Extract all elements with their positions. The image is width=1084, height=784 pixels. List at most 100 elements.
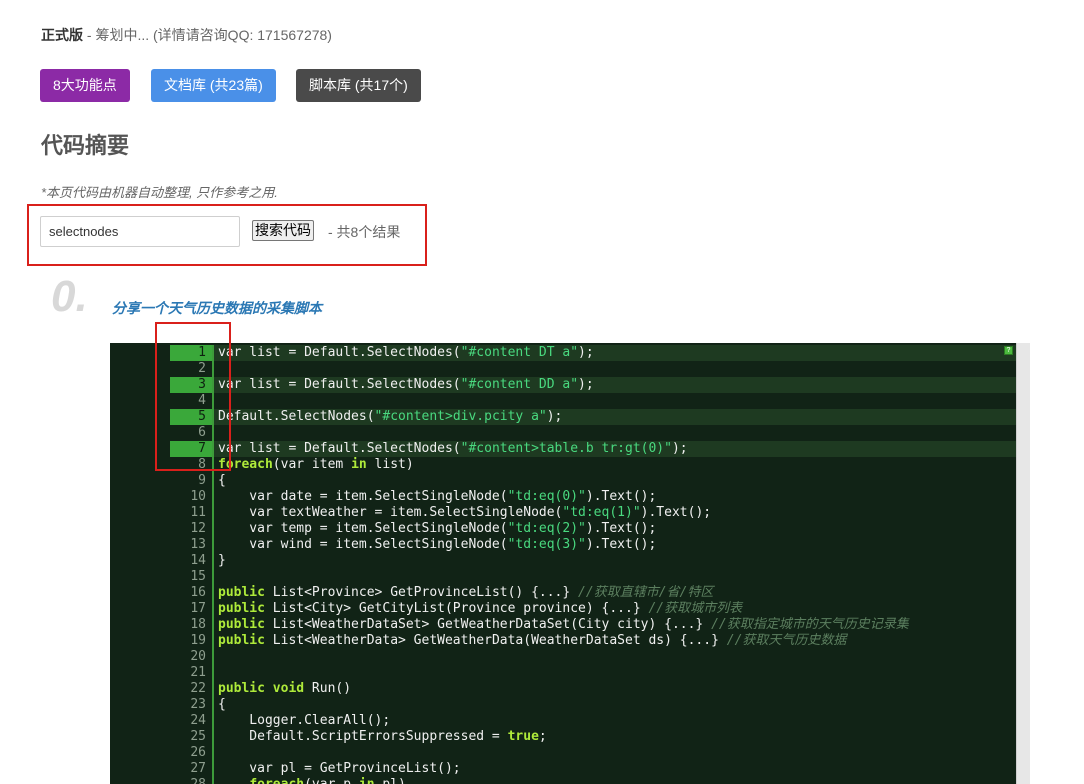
code-line: 3 var list = Default.SelectNodes("#conten… bbox=[110, 377, 1016, 393]
code-token: var date = item.SelectSingleNode( bbox=[218, 489, 508, 504]
code-token: } bbox=[218, 553, 226, 568]
code-line: 16 public List<Province> GetProvinceList(… bbox=[110, 585, 1016, 601]
line-number: 23 bbox=[110, 697, 214, 713]
code-line: 22 public void Run() bbox=[110, 681, 1016, 697]
result-index: 0. bbox=[51, 272, 88, 321]
code-line: 19 public List<WeatherData> GetWeatherDat… bbox=[110, 633, 1016, 649]
code-line: 11 var textWeather = item.SelectSingleNo… bbox=[110, 505, 1016, 521]
line-number: 17 bbox=[110, 601, 214, 617]
code-text: foreach(var item in list) bbox=[214, 457, 414, 473]
code-line: 14} bbox=[110, 553, 1016, 569]
code-token: ); bbox=[671, 441, 688, 456]
code-token: list) bbox=[366, 457, 414, 472]
section-title: 代码摘要 bbox=[41, 133, 130, 158]
code-line: 26 bbox=[110, 745, 1016, 761]
code-token: "td:eq(3)" bbox=[507, 537, 586, 552]
code-toolbar-icon[interactable]: ? bbox=[1004, 346, 1013, 355]
code-token: ); bbox=[578, 345, 594, 360]
code-line: 10 var date = item.SelectSingleNode("td:… bbox=[110, 489, 1016, 505]
code-token: { bbox=[218, 697, 226, 712]
code-line: 8 foreach(var item in list) bbox=[110, 457, 1016, 473]
code-line: 23 { bbox=[110, 697, 1016, 713]
code-token: List<WeatherDataSet> GetWeatherDataSet(C… bbox=[264, 617, 712, 632]
code-token: //获取城市列表 bbox=[648, 601, 743, 616]
code-token: "td:eq(0)" bbox=[507, 489, 586, 504]
line-number: 14 bbox=[110, 553, 214, 569]
code-token: var temp = item.SelectSingleNode( bbox=[218, 521, 508, 536]
code-scrollbar[interactable] bbox=[1016, 343, 1030, 784]
docs-button[interactable]: 文档库 (共23篇) bbox=[151, 69, 276, 102]
search-button[interactable]: 搜索代码 bbox=[252, 220, 314, 241]
code-token: Default.ScriptErrorsSuppressed = bbox=[218, 729, 508, 744]
code-token: public bbox=[218, 617, 265, 632]
code-line: 25 Default.ScriptErrorsSuppressed = true… bbox=[110, 729, 1016, 745]
code-token: public bbox=[218, 601, 265, 616]
code-token: var list = Default.SelectNodes( bbox=[218, 345, 461, 360]
line-number: 18 bbox=[110, 617, 214, 633]
code-token: //获取指定城市的天气历史记录集 bbox=[711, 617, 909, 632]
code-block: 1 var list = Default.SelectNodes("#conten… bbox=[110, 343, 1030, 784]
code-text: var pl = GetProvinceList(); bbox=[214, 761, 460, 777]
code-text: public List<WeatherData> GetWeatherData(… bbox=[214, 633, 846, 649]
result-title-link[interactable]: 分享一个天气历史数据的采集脚本 bbox=[112, 298, 322, 318]
code-token: ).Text(); bbox=[640, 505, 712, 520]
line-number: 28 bbox=[110, 777, 214, 784]
code-line: 5 Default.SelectNodes("#content>div.pcity… bbox=[110, 409, 1016, 425]
code-token: (var p bbox=[304, 777, 359, 784]
line-number: 10 bbox=[110, 489, 214, 505]
line-number: 12 bbox=[110, 521, 214, 537]
features-button[interactable]: 8大功能点 bbox=[40, 69, 130, 102]
code-text: var list = Default.SelectNodes("#content… bbox=[214, 377, 594, 393]
code-token: Default.SelectNodes( bbox=[218, 409, 375, 424]
code-line: 18 public List<WeatherDataSet> GetWeather… bbox=[110, 617, 1016, 633]
code-token: "td:eq(2)" bbox=[507, 521, 586, 536]
separator: - bbox=[83, 27, 96, 43]
code-text: Default.SelectNodes("#content>div.pcity … bbox=[214, 409, 562, 425]
line-number: 26 bbox=[110, 745, 214, 761]
code-text: } bbox=[214, 553, 226, 569]
code-token: var list = Default.SelectNodes( bbox=[218, 441, 461, 456]
code-line: 27 var pl = GetProvinceList(); bbox=[110, 761, 1016, 777]
line-number: 24 bbox=[110, 713, 214, 729]
result-count: - 共8个结果 bbox=[328, 224, 401, 240]
code-text: { bbox=[214, 697, 226, 713]
code-token: ; bbox=[538, 729, 547, 744]
line-number: 20 bbox=[110, 649, 214, 665]
line-number: 15 bbox=[110, 569, 214, 585]
code-line: 28 foreach(var p in pl) bbox=[110, 777, 1016, 784]
code-token: ); bbox=[578, 377, 594, 392]
code-token: var wind = item.SelectSingleNode( bbox=[218, 537, 508, 552]
code-line: 7 var list = Default.SelectNodes("#conten… bbox=[110, 441, 1016, 457]
line-number: 21 bbox=[110, 665, 214, 681]
code-token: ); bbox=[546, 409, 563, 424]
code-text: foreach(var p in pl) bbox=[214, 777, 406, 784]
code-token: //获取天气历史数据 bbox=[726, 633, 847, 648]
code-text: var textWeather = item.SelectSingleNode(… bbox=[214, 505, 711, 521]
code-line: 24 Logger.ClearAll(); bbox=[110, 713, 1016, 729]
code-text: public List<WeatherDataSet> GetWeatherDa… bbox=[214, 617, 909, 633]
code-token: in bbox=[359, 777, 375, 784]
search-input[interactable] bbox=[40, 216, 240, 247]
code-line: 15 bbox=[110, 569, 1016, 585]
edition-label: 正式版 bbox=[41, 27, 83, 43]
code-token: ).Text(); bbox=[585, 521, 657, 536]
scripts-button[interactable]: 脚本库 (共17个) bbox=[296, 69, 421, 102]
code-text: var date = item.SelectSingleNode("td:eq(… bbox=[214, 489, 656, 505]
line-number: 19 bbox=[110, 633, 214, 649]
code-token: ).Text(); bbox=[585, 537, 657, 552]
code-text: Logger.ClearAll(); bbox=[214, 713, 390, 729]
disclaimer-note: *本页代码由机器自动整理, 只作参考之用. bbox=[41, 185, 278, 200]
code-token: public bbox=[218, 633, 265, 648]
code-text: public List<City> GetCityList(Province p… bbox=[214, 601, 742, 617]
code-line: 13 var wind = item.SelectSingleNode("td:… bbox=[110, 537, 1016, 553]
code-text: public void Run() bbox=[214, 681, 351, 697]
version-line: 正式版 - 筹划中... (详情请咨询QQ: 171567278) bbox=[41, 25, 332, 45]
code-token: in bbox=[351, 457, 367, 472]
code-line: 12 var temp = item.SelectSingleNode("td:… bbox=[110, 521, 1016, 537]
code-text: var list = Default.SelectNodes("#content… bbox=[214, 441, 688, 457]
code-lines: 1 var list = Default.SelectNodes("#conten… bbox=[110, 343, 1016, 784]
line-number: 22 bbox=[110, 681, 214, 697]
line-number-highlight-frame bbox=[155, 322, 231, 471]
line-number: 11 bbox=[110, 505, 214, 521]
